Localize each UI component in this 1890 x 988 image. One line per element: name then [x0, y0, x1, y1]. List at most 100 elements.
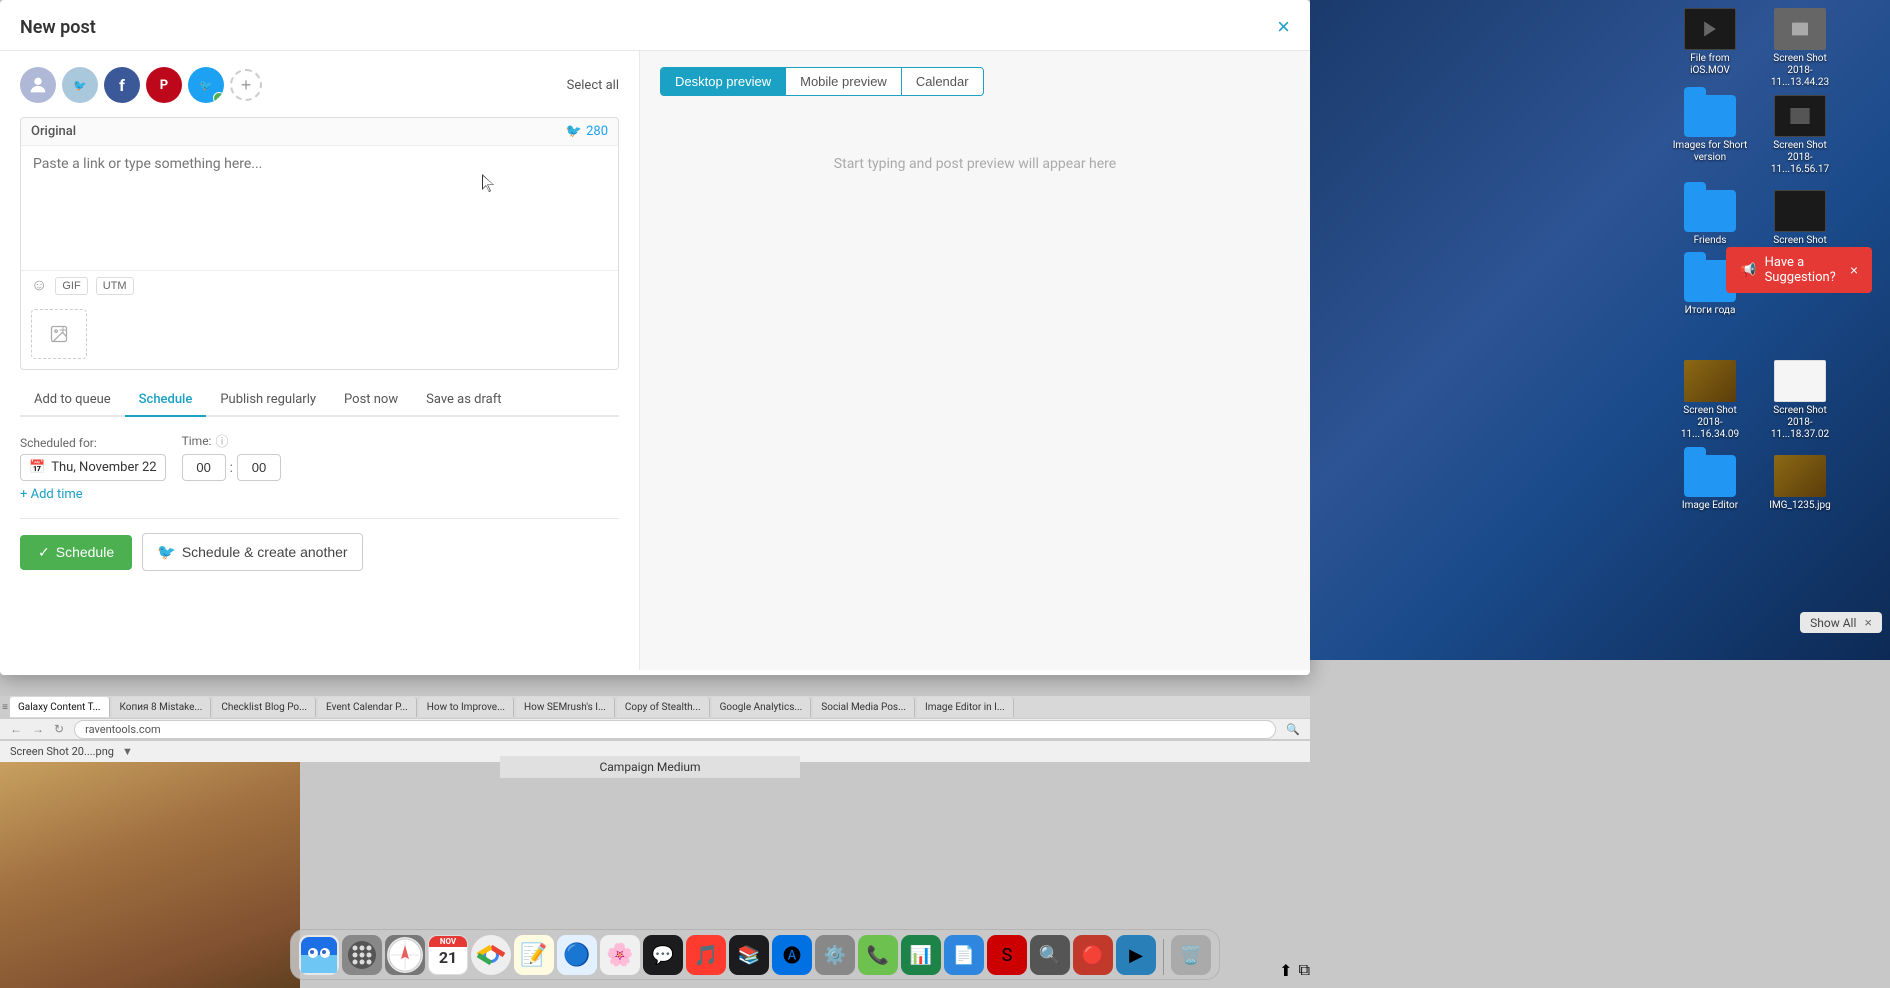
modal-header: New post ×: [0, 0, 1310, 51]
account-avatar-5[interactable]: 🐦 ✓: [188, 67, 224, 103]
dock-messages[interactable]: 💬: [643, 935, 683, 975]
divider: [20, 518, 619, 519]
desktop-file-img1235[interactable]: IMG_1235.jpg: [1760, 455, 1840, 512]
dock-finder[interactable]: [299, 935, 339, 975]
calendar-tab[interactable]: Calendar: [902, 68, 983, 95]
dock-launchpad[interactable]: [342, 935, 382, 975]
copy-icon[interactable]: ⧉: [1299, 960, 1310, 980]
campaign-medium-label: Campaign Medium: [500, 756, 800, 778]
add-time-link[interactable]: + Add time: [20, 487, 83, 502]
dock-word[interactable]: 📄: [944, 935, 984, 975]
schedule-button[interactable]: ✓ Schedule: [20, 535, 132, 570]
dock-calendar[interactable]: NOV 21: [428, 935, 468, 975]
tab-semrush[interactable]: How SEMrush's I...: [516, 697, 615, 717]
file-label: Итоги года: [1685, 305, 1736, 317]
dock-research[interactable]: 🔍: [1030, 935, 1070, 975]
download-chevron[interactable]: ▼: [122, 745, 133, 758]
desktop-file-ss4[interactable]: Screen Shot 2018-11...16.34.09: [1670, 360, 1750, 441]
tab-checklist[interactable]: Checklist Blog Po...: [213, 697, 316, 717]
file-label: IMG_1235.jpg: [1769, 500, 1831, 512]
mobile-preview-tab[interactable]: Mobile preview: [786, 68, 902, 95]
close-button[interactable]: ×: [1277, 16, 1290, 38]
account-avatar-2[interactable]: 🐦: [62, 67, 98, 103]
dock-trash[interactable]: 🗑️: [1171, 935, 1211, 975]
desktop-folder-image-editor[interactable]: Image Editor: [1670, 455, 1750, 512]
tab-how-to[interactable]: How to Improve...: [419, 697, 514, 717]
url-input[interactable]: raventools.com: [74, 720, 1276, 739]
system-icons: ⬆ ⧉: [1279, 960, 1310, 980]
account-avatar-4[interactable]: P: [146, 67, 182, 103]
dock-facetime[interactable]: 📞: [858, 935, 898, 975]
file-thumb: [1684, 360, 1736, 402]
file-label: Screen Shot 2018-11...16.34.09: [1670, 405, 1750, 441]
dock-excel[interactable]: 📊: [901, 935, 941, 975]
image-upload-button[interactable]: [31, 309, 87, 359]
active-indicator: ✓: [213, 92, 224, 103]
tab-publish-regularly[interactable]: Publish regularly: [206, 384, 330, 417]
upload-icon[interactable]: ⬆: [1279, 961, 1292, 980]
suggestion-banner[interactable]: 📢 Have a Suggestion? ×: [1726, 247, 1872, 293]
account-avatar-3[interactable]: f: [104, 67, 140, 103]
account-avatar-1[interactable]: [20, 67, 56, 103]
time-minutes-input[interactable]: [237, 454, 281, 481]
tab-add-to-queue[interactable]: Add to queue: [20, 384, 125, 417]
back-button[interactable]: ←: [10, 722, 22, 736]
select-all-link[interactable]: Select all: [567, 78, 619, 93]
dock-music[interactable]: 🎵: [686, 935, 726, 975]
show-all-label[interactable]: Show All: [1810, 616, 1856, 630]
post-textarea[interactable]: [21, 146, 618, 266]
tab-schedule[interactable]: Schedule: [125, 384, 207, 417]
add-account-button[interactable]: +: [230, 69, 262, 101]
desktop-file-mov[interactable]: File from iOS.MOV: [1670, 8, 1750, 77]
dock-photos[interactable]: 🌸: [600, 935, 640, 975]
close-notification-button[interactable]: ×: [1864, 615, 1872, 630]
gif-button[interactable]: GIF: [55, 277, 87, 295]
desktop-file-ss1[interactable]: Screen Shot 2018-11...13.44.23: [1760, 8, 1840, 89]
tab-stealth[interactable]: Copy of Stealth...: [617, 697, 710, 717]
tab-social-media[interactable]: Social Media Pos...: [813, 697, 915, 717]
emoji-button[interactable]: ☺: [31, 277, 47, 295]
utm-button[interactable]: UTM: [96, 277, 134, 295]
desktop-folder-images[interactable]: Images for Short version: [1670, 95, 1750, 164]
tab-galaxy[interactable]: Galaxy Content T...: [10, 697, 110, 717]
dock-reminders[interactable]: 🔵: [557, 935, 597, 975]
tab-image-editor[interactable]: Image Editor in I...: [917, 697, 1014, 717]
desktop-file-ss5[interactable]: Screen Shot 2018-11...18.37.02: [1760, 360, 1840, 441]
dock-ibooks[interactable]: 📚: [729, 935, 769, 975]
dock-safari[interactable]: [385, 935, 425, 975]
tab-bar-left: ≡: [0, 696, 10, 718]
file-label: Screen Shot 2018-11...13.44.23: [1760, 53, 1840, 89]
tab-post-now[interactable]: Post now: [330, 384, 412, 417]
tab-analytics[interactable]: Google Analytics...: [712, 697, 812, 717]
schedule-create-another-button[interactable]: 🐦 Schedule & create another: [142, 533, 362, 571]
post-editor: Original 🐦 280 ☺ GIF UTM: [20, 117, 619, 370]
forward-button[interactable]: →: [32, 722, 44, 736]
dock-video[interactable]: ▶: [1116, 935, 1156, 975]
tab-save-as-draft[interactable]: Save as draft: [412, 384, 515, 417]
desktop-file-ss2[interactable]: Screen Shot 2018-11...16.56.17: [1760, 95, 1840, 176]
dock-office[interactable]: 🔴: [1073, 935, 1113, 975]
suggestion-close-button[interactable]: ×: [1850, 262, 1858, 278]
modal-title: New post: [20, 17, 96, 38]
dock-notes[interactable]: 📝: [514, 935, 554, 975]
search-icon[interactable]: 🔍: [1286, 723, 1300, 736]
desktop-preview-tab[interactable]: Desktop preview: [661, 68, 786, 95]
date-input[interactable]: 📅 Thu, November 22: [20, 454, 166, 481]
dock-chrome[interactable]: [471, 935, 511, 975]
schedule-check-icon: ✓: [38, 544, 50, 561]
desktop-folder-friends[interactable]: Friends: [1670, 190, 1750, 247]
dock-appstore[interactable]: 🅐: [772, 935, 812, 975]
time-hours-input[interactable]: [182, 454, 226, 481]
tab-event[interactable]: Event Calendar P...: [318, 697, 417, 717]
new-post-modal: New post × 🐦 f: [0, 0, 1310, 675]
dock-settings[interactable]: ⚙️: [815, 935, 855, 975]
tab-kopiya[interactable]: Копия 8 Mistake...: [112, 697, 212, 717]
editor-toolbar: ☺ GIF UTM: [21, 270, 618, 301]
refresh-button[interactable]: ↻: [54, 722, 64, 736]
info-icon: ⓘ: [215, 431, 228, 450]
url-text: raventools.com: [85, 723, 161, 736]
dock-seo[interactable]: S: [987, 935, 1027, 975]
mac-dock: NOV 21 📝 🔵 🌸 💬 🎵 📚 🅐 ⚙️ 📞 📊 📄 S 🔍 🔴 ▶ 🗑️: [290, 929, 1220, 980]
date-value: Thu, November 22: [51, 460, 156, 475]
time-separator: :: [230, 460, 233, 476]
